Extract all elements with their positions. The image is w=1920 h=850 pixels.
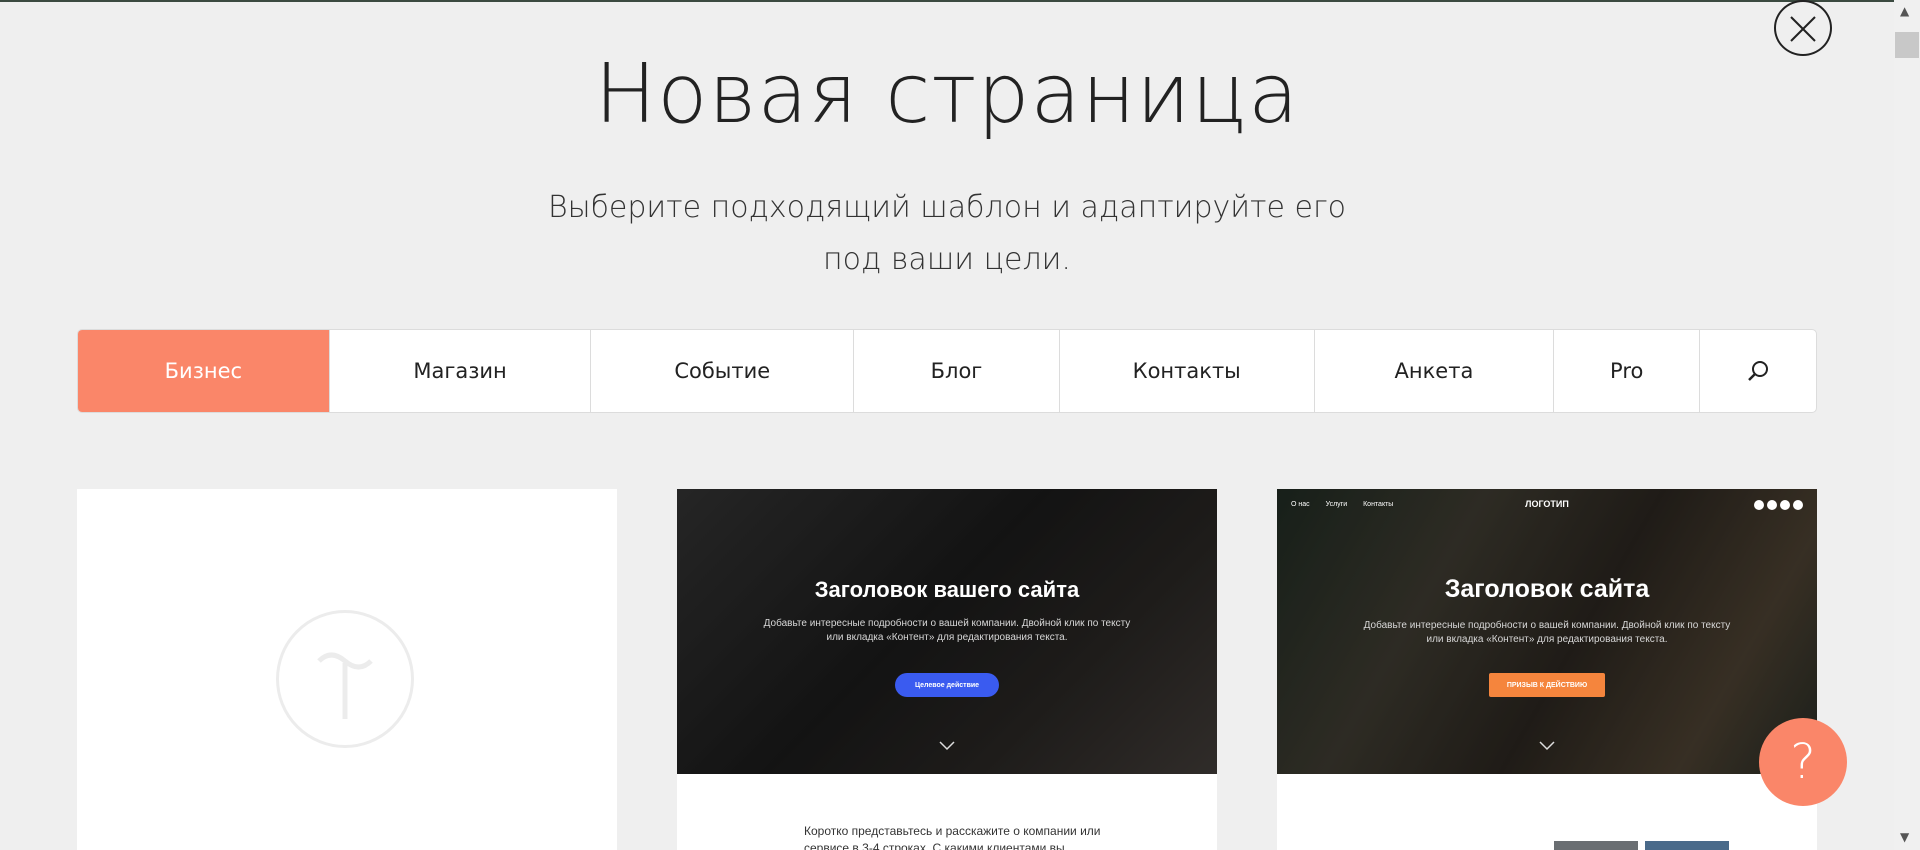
twitter-icon (1767, 500, 1777, 510)
chevron-down-icon (1539, 741, 1555, 751)
template-card-business-1[interactable]: Заголовок вашего сайта Добавьте интересн… (677, 489, 1217, 850)
preview-social-icons (1754, 500, 1803, 510)
tab-pro[interactable]: Pro (1554, 330, 1701, 412)
close-button[interactable] (1774, 0, 1832, 56)
scrollbar[interactable] (1894, 0, 1920, 850)
tab-blog[interactable]: Блог (854, 330, 1060, 412)
tab-event[interactable]: Событие (591, 330, 855, 412)
search-button[interactable] (1700, 330, 1816, 412)
preview-cta-button: Целевое действие (895, 673, 999, 697)
scroll-down-icon[interactable]: ▼ (1900, 830, 1909, 844)
tilda-logo-icon (276, 610, 414, 748)
help-button[interactable]: ? (1759, 718, 1847, 806)
preview-hero-text: Добавьте интересные подробности о вашей … (763, 618, 1131, 643)
preview-hero-title: Заголовок вашего сайта (814, 577, 1080, 602)
search-icon (1748, 361, 1769, 381)
page-subtitle: Выберите подходящий шаблон и адаптируйте… (547, 190, 1347, 277)
top-border (0, 0, 1920, 2)
preview-cta-button: ПРИЗЫВ К ДЕЙСТВИЮ (1489, 673, 1605, 697)
tab-contacts[interactable]: Контакты (1060, 330, 1315, 412)
chevron-down-icon (939, 741, 955, 751)
template-card-business-2[interactable]: О нас Услуги Контакты ЛОГОТИП Заголовок … (1277, 489, 1817, 850)
linkedin-icon (1780, 500, 1790, 510)
telegram-icon (1793, 500, 1803, 510)
scrollbar-thumb[interactable] (1895, 32, 1919, 58)
scroll-up-icon[interactable]: ▲ (1900, 4, 1909, 18)
preview-intro-text: Коротко представьтесь и расскажите о ком… (804, 824, 1101, 850)
tab-form[interactable]: Анкета (1315, 330, 1555, 412)
facebook-icon (1754, 500, 1764, 510)
preview-hero-title: Заголовок сайта (1444, 575, 1650, 603)
category-tabs: Бизнес Магазин Событие Блог Контакты Анк… (77, 329, 1817, 413)
tab-shop[interactable]: Магазин (330, 330, 592, 412)
preview-logo: ЛОГОТИП (1525, 499, 1569, 509)
page-title: Новая страница (594, 47, 1300, 142)
preview-thumbnail (1645, 841, 1729, 850)
preview-thumbnail (1554, 841, 1638, 850)
preview-hero-text: Добавьте интересные подробности о вашей … (1363, 620, 1731, 645)
tab-business[interactable]: Бизнес (78, 330, 330, 412)
close-icon (1790, 16, 1816, 42)
template-card-blank[interactable] (77, 489, 617, 850)
